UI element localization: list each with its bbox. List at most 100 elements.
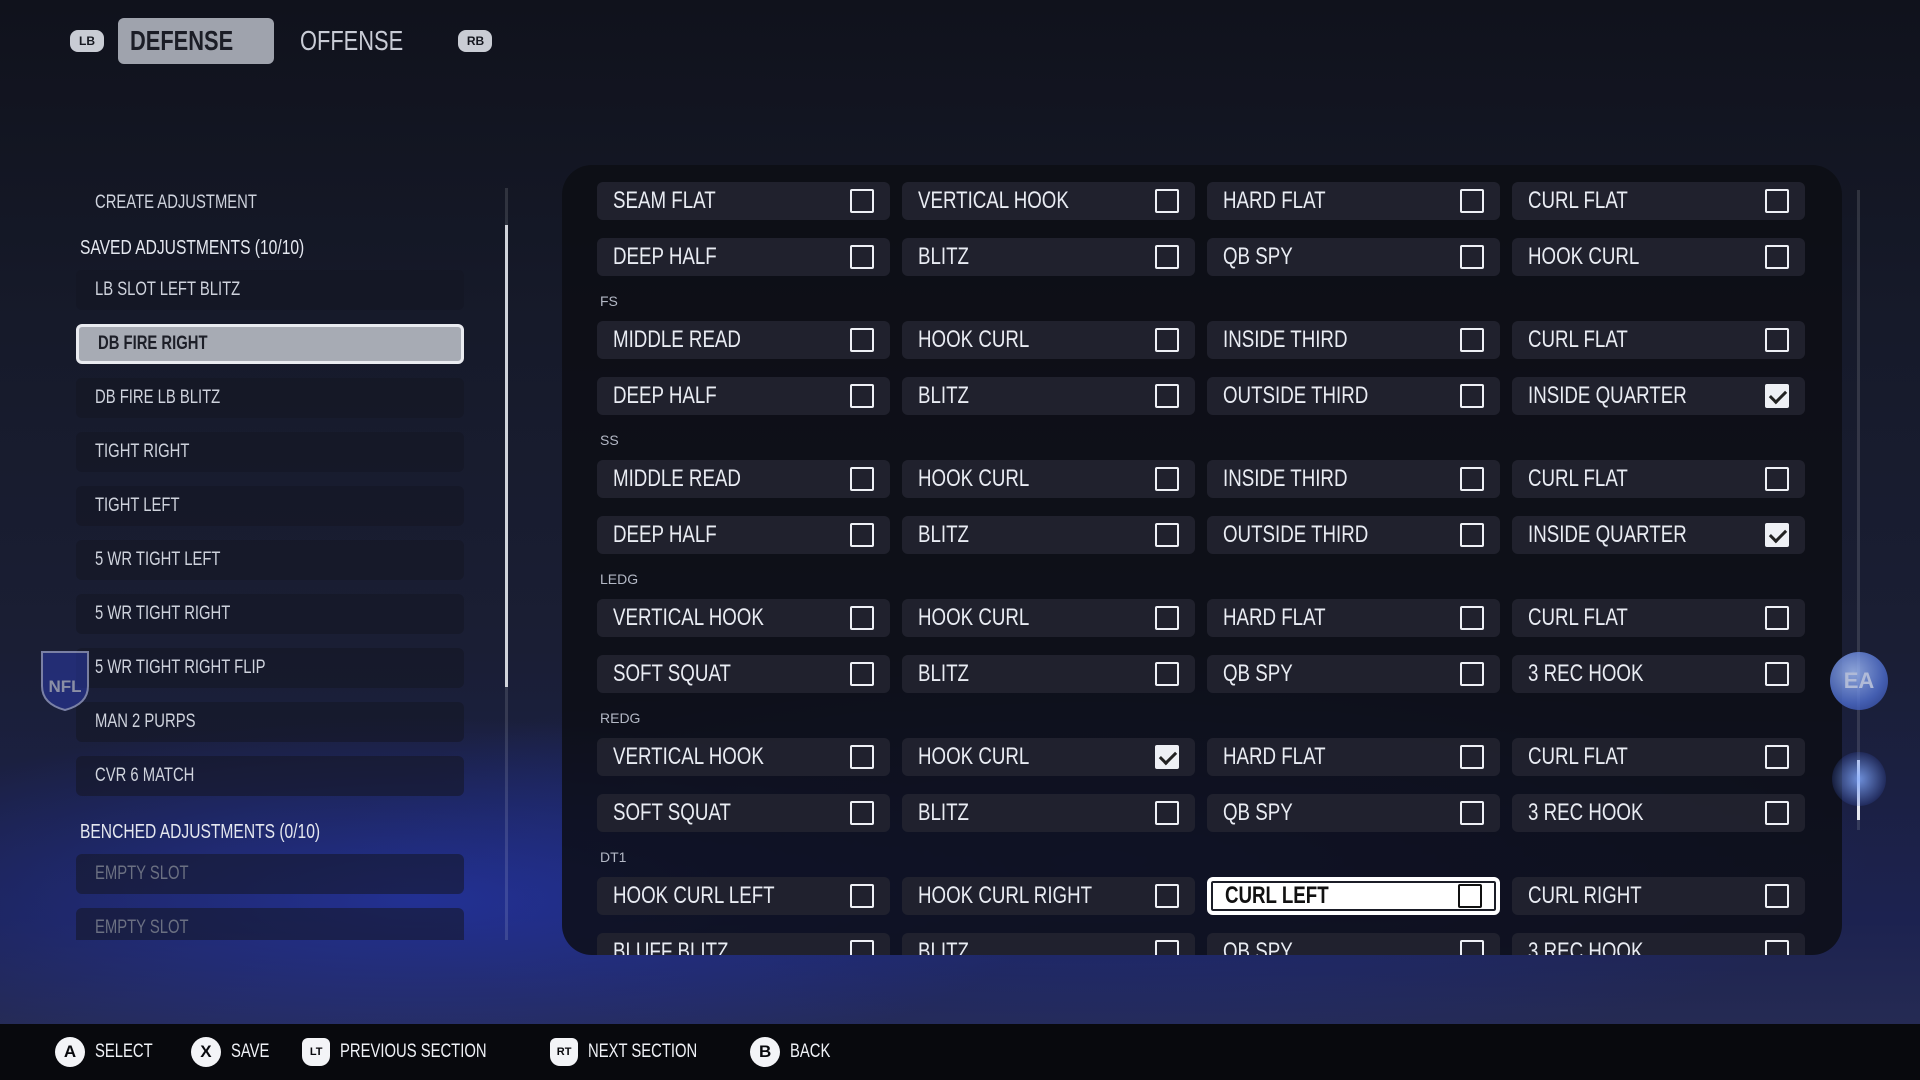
checkbox-icon[interactable]: [850, 328, 874, 352]
checkbox-icon[interactable]: [1765, 189, 1789, 213]
previous-section-hint[interactable]: LT PREVIOUS SECTION: [302, 1038, 528, 1066]
assignment-option-blitz[interactable]: BLITZ: [902, 655, 1195, 693]
checkbox-icon[interactable]: [1155, 384, 1179, 408]
assignment-option-deep-half[interactable]: DEEP HALF: [597, 377, 890, 415]
assignment-option-middle-read[interactable]: MIDDLE READ: [597, 321, 890, 359]
checkbox-icon[interactable]: [1460, 189, 1484, 213]
checkbox-icon[interactable]: [1765, 940, 1789, 955]
save-hint[interactable]: X SAVE: [190, 1037, 280, 1067]
checkbox-checked-icon[interactable]: [1765, 523, 1789, 547]
assignment-option-curl-flat[interactable]: CURL FLAT: [1512, 321, 1805, 359]
checkbox-icon[interactable]: [1155, 606, 1179, 630]
checkbox-icon[interactable]: [1765, 884, 1789, 908]
saved-adjustment-5-wr-tight-right[interactable]: 5 WR TIGHT RIGHT: [76, 594, 464, 634]
checkbox-icon[interactable]: [850, 662, 874, 686]
assignment-option-blitz[interactable]: BLITZ: [902, 238, 1195, 276]
assignment-option-hook-curl-left[interactable]: HOOK CURL LEFT: [597, 877, 890, 915]
saved-adjustment-db-fire-right[interactable]: DB FIRE RIGHT: [76, 324, 464, 364]
checkbox-icon[interactable]: [1765, 245, 1789, 269]
assignment-option-outside-third[interactable]: OUTSIDE THIRD: [1207, 516, 1500, 554]
checkbox-icon[interactable]: [1155, 523, 1179, 547]
right-scrollbar-track[interactable]: [1857, 190, 1860, 830]
left-scrollbar-thumb[interactable]: [505, 225, 508, 687]
checkbox-icon[interactable]: [850, 245, 874, 269]
back-hint[interactable]: B BACK: [750, 1037, 842, 1067]
assignment-option-curl-flat[interactable]: CURL FLAT: [1512, 599, 1805, 637]
checkbox-icon[interactable]: [1155, 189, 1179, 213]
create-adjustment-button[interactable]: CREATE ADJUSTMENT: [76, 180, 471, 226]
benched-slot[interactable]: EMPTY SLOT: [76, 908, 464, 940]
assignment-option-vertical-hook[interactable]: VERTICAL HOOK: [902, 182, 1195, 220]
assignment-option-qb-spy[interactable]: QB SPY: [1207, 238, 1500, 276]
assignment-option-blitz[interactable]: BLITZ: [902, 377, 1195, 415]
assignment-option-3-rec-hook[interactable]: 3 REC HOOK: [1512, 933, 1805, 955]
assignment-option-qb-spy[interactable]: QB SPY: [1207, 933, 1500, 955]
assignment-option-hook-curl[interactable]: HOOK CURL: [902, 738, 1195, 776]
assignment-option-hard-flat[interactable]: HARD FLAT: [1207, 182, 1500, 220]
checkbox-icon[interactable]: [850, 745, 874, 769]
checkbox-icon[interactable]: [850, 467, 874, 491]
assignment-option-3-rec-hook[interactable]: 3 REC HOOK: [1512, 655, 1805, 693]
assignment-option-inside-quarter[interactable]: INSIDE QUARTER: [1512, 516, 1805, 554]
saved-adjustment-tight-right[interactable]: TIGHT RIGHT: [76, 432, 464, 472]
saved-adjustment-5-wr-tight-right-flip[interactable]: 5 WR TIGHT RIGHT FLIP: [76, 648, 464, 688]
assignment-option-curl-flat[interactable]: CURL FLAT: [1512, 182, 1805, 220]
assignment-option-hook-curl[interactable]: HOOK CURL: [902, 599, 1195, 637]
assignment-option-blitz[interactable]: BLITZ: [902, 516, 1195, 554]
saved-adjustment-5-wr-tight-left[interactable]: 5 WR TIGHT LEFT: [76, 540, 464, 580]
checkbox-checked-icon[interactable]: [1155, 745, 1179, 769]
checkbox-icon[interactable]: [850, 884, 874, 908]
tab-defense[interactable]: DEFENSE: [118, 18, 275, 64]
assignment-option-inside-quarter[interactable]: INSIDE QUARTER: [1512, 377, 1805, 415]
assignment-option-curl-right[interactable]: CURL RIGHT: [1512, 877, 1805, 915]
checkbox-icon[interactable]: [1765, 328, 1789, 352]
checkbox-icon[interactable]: [1765, 801, 1789, 825]
checkbox-icon[interactable]: [850, 189, 874, 213]
assignment-option-hard-flat[interactable]: HARD FLAT: [1207, 599, 1500, 637]
checkbox-icon[interactable]: [1155, 662, 1179, 686]
assignment-option-curl-flat[interactable]: CURL FLAT: [1512, 738, 1805, 776]
assignment-option-deep-half[interactable]: DEEP HALF: [597, 516, 890, 554]
checkbox-icon[interactable]: [1460, 384, 1484, 408]
checkbox-icon[interactable]: [850, 523, 874, 547]
assignment-option-blitz[interactable]: BLITZ: [902, 933, 1195, 955]
checkbox-icon[interactable]: [850, 384, 874, 408]
assignment-option-hook-curl-right[interactable]: HOOK CURL RIGHT: [902, 877, 1195, 915]
assignment-option-3-rec-hook[interactable]: 3 REC HOOK: [1512, 794, 1805, 832]
saved-adjustment-tight-left[interactable]: TIGHT LEFT: [76, 486, 464, 526]
checkbox-icon[interactable]: [850, 940, 874, 955]
checkbox-icon[interactable]: [1765, 606, 1789, 630]
assignment-option-inside-third[interactable]: INSIDE THIRD: [1207, 321, 1500, 359]
lb-bumper-icon[interactable]: LB: [70, 30, 104, 52]
checkbox-icon[interactable]: [1460, 328, 1484, 352]
assignment-option-blitz[interactable]: BLITZ: [902, 794, 1195, 832]
assignment-option-outside-third[interactable]: OUTSIDE THIRD: [1207, 377, 1500, 415]
assignment-option-vertical-hook[interactable]: VERTICAL HOOK: [597, 599, 890, 637]
select-hint[interactable]: A SELECT: [55, 1037, 169, 1067]
assignment-option-curl-left[interactable]: CURL LEFT: [1207, 877, 1500, 915]
checkbox-icon[interactable]: [1460, 940, 1484, 955]
assignment-option-deep-half[interactable]: DEEP HALF: [597, 238, 890, 276]
checkbox-icon[interactable]: [1155, 245, 1179, 269]
checkbox-icon[interactable]: [1460, 662, 1484, 686]
assignment-option-hook-curl[interactable]: HOOK CURL: [902, 460, 1195, 498]
checkbox-icon[interactable]: [1458, 884, 1482, 908]
checkbox-icon[interactable]: [1765, 745, 1789, 769]
benched-slot[interactable]: EMPTY SLOT: [76, 854, 464, 894]
checkbox-icon[interactable]: [1460, 801, 1484, 825]
checkbox-checked-icon[interactable]: [1765, 384, 1789, 408]
checkbox-icon[interactable]: [1155, 328, 1179, 352]
checkbox-icon[interactable]: [1460, 245, 1484, 269]
checkbox-icon[interactable]: [1155, 801, 1179, 825]
checkbox-icon[interactable]: [1765, 662, 1789, 686]
assignment-option-vertical-hook[interactable]: VERTICAL HOOK: [597, 738, 890, 776]
checkbox-icon[interactable]: [1765, 467, 1789, 491]
checkbox-icon[interactable]: [1460, 523, 1484, 547]
assignment-option-curl-flat[interactable]: CURL FLAT: [1512, 460, 1805, 498]
checkbox-icon[interactable]: [850, 606, 874, 630]
checkbox-icon[interactable]: [1460, 467, 1484, 491]
rb-bumper-icon[interactable]: RB: [458, 30, 493, 52]
checkbox-icon[interactable]: [1155, 940, 1179, 955]
assignment-option-hook-curl[interactable]: HOOK CURL: [1512, 238, 1805, 276]
assignment-option-qb-spy[interactable]: QB SPY: [1207, 655, 1500, 693]
